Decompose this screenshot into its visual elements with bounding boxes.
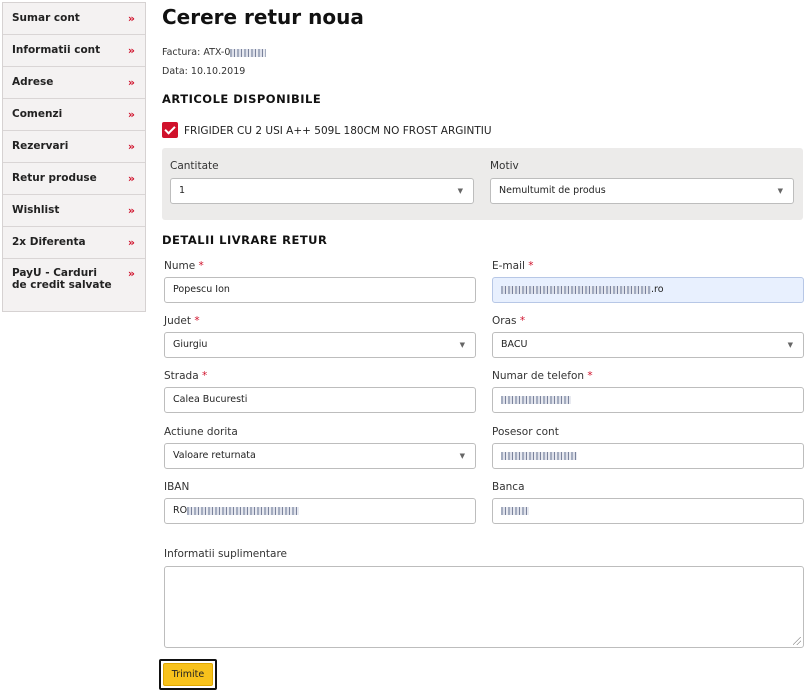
bank-label: Banca xyxy=(492,481,525,493)
action-select[interactable]: Valoare returnata ▼ xyxy=(164,443,476,469)
sidebar-item-wishlist[interactable]: Wishlist » xyxy=(3,195,145,227)
city-value: BACU xyxy=(501,339,528,350)
email-suffix: .ro xyxy=(651,284,664,295)
email-label: E-mail * xyxy=(492,260,534,272)
chevron-right-icon: » xyxy=(127,204,135,217)
email-input[interactable]: .ro xyxy=(492,277,804,303)
required-mark: * xyxy=(198,260,204,272)
phone-input[interactable] xyxy=(492,387,804,413)
resize-handle-icon[interactable] xyxy=(793,637,801,645)
account-sidebar: Sumar cont » Informatii cont » Adrese » … xyxy=(2,2,146,312)
required-mark: * xyxy=(587,370,593,382)
product-name: FRIGIDER CU 2 USI A++ 509L 180CM NO FROS… xyxy=(184,125,492,137)
sidebar-item-label: Comenzi xyxy=(12,108,63,120)
account-owner-input[interactable] xyxy=(492,443,804,469)
invoice-date: Data: 10.10.2019 xyxy=(162,66,246,77)
iban-input[interactable]: RO xyxy=(164,498,476,524)
dropdown-arrow-icon: ▼ xyxy=(459,341,465,349)
chevron-right-icon: » xyxy=(127,76,135,89)
sidebar-item-2x-diferenta[interactable]: 2x Diferenta » xyxy=(3,227,145,259)
county-select[interactable]: Giurgiu ▼ xyxy=(164,332,476,358)
page-title: Cerere retur noua xyxy=(162,5,364,29)
reason-select[interactable]: Nemultumit de produs ▼ xyxy=(490,178,794,204)
chevron-right-icon: » xyxy=(127,140,135,153)
extra-info-textarea[interactable] xyxy=(164,566,804,648)
sidebar-item-retur-produse[interactable]: Retur produse » xyxy=(3,163,145,195)
sidebar-item-payu-carduri[interactable]: PayU - Carduri de credit salvate » xyxy=(3,259,145,311)
street-label-text: Strada xyxy=(164,370,199,382)
redacted-text xyxy=(501,285,651,294)
chevron-right-icon: » xyxy=(127,267,135,280)
action-value: Valoare returnata xyxy=(173,450,256,461)
redacted-text xyxy=(230,48,267,57)
reason-label: Motiv xyxy=(490,160,519,172)
city-select[interactable]: BACU ▼ xyxy=(492,332,804,358)
phone-label: Numar de telefon * xyxy=(492,370,593,382)
required-mark: * xyxy=(519,315,526,327)
street-input[interactable]: Calea Bucuresti xyxy=(164,387,476,413)
invoice-label: Factura: ATX-0 xyxy=(162,47,231,58)
sidebar-item-label: PayU - Carduri de credit salvate xyxy=(12,267,112,291)
reason-value: Nemultumit de produs xyxy=(499,185,606,196)
bank-input[interactable] xyxy=(492,498,804,524)
sidebar-item-label: 2x Diferenta xyxy=(12,236,86,248)
sidebar-item-label: Rezervari xyxy=(12,140,69,152)
sidebar-item-adrese[interactable]: Adrese » xyxy=(3,67,145,99)
sidebar-item-informatii-cont[interactable]: Informatii cont » xyxy=(3,35,145,67)
sidebar-item-sumar-cont[interactable]: Sumar cont » xyxy=(3,3,145,35)
required-mark: * xyxy=(194,315,200,327)
sidebar-item-label: Retur produse xyxy=(12,172,97,184)
name-input[interactable]: Popescu Ion xyxy=(164,277,476,303)
name-label: Nume * xyxy=(164,260,204,272)
required-mark: * xyxy=(201,370,208,382)
delivery-heading: DETALII LIVRARE RETUR xyxy=(162,233,328,247)
county-label: Judet * xyxy=(164,315,200,327)
sidebar-item-label: Informatii cont xyxy=(12,44,101,56)
redacted-text xyxy=(187,506,300,515)
required-mark: * xyxy=(528,260,534,272)
phone-label-text: Numar de telefon xyxy=(492,370,585,382)
dropdown-arrow-icon: ▼ xyxy=(457,187,463,195)
chevron-right-icon: » xyxy=(127,12,135,25)
dropdown-arrow-icon: ▼ xyxy=(777,187,783,195)
sidebar-item-label: Adrese xyxy=(12,76,54,88)
chevron-right-icon: » xyxy=(127,172,135,185)
submit-button[interactable]: Trimite xyxy=(163,663,213,686)
extra-info-label: Informatii suplimentare xyxy=(164,548,288,560)
email-label-text: E-mail xyxy=(492,260,525,272)
articles-heading: ARTICOLE DISPONIBILE xyxy=(162,92,322,106)
sidebar-item-comenzi[interactable]: Comenzi » xyxy=(3,99,145,131)
sidebar-item-label: Wishlist xyxy=(12,204,60,216)
county-value: Giurgiu xyxy=(173,339,208,350)
city-label: Oras * xyxy=(492,315,525,327)
city-label-text: Oras xyxy=(492,315,517,327)
action-label: Actiune dorita xyxy=(164,426,238,438)
iban-label: IBAN xyxy=(164,481,190,493)
account-owner-label: Posesor cont xyxy=(492,426,559,438)
iban-prefix: RO xyxy=(173,505,188,516)
sidebar-item-label: Sumar cont xyxy=(12,12,80,24)
name-label-text: Nume xyxy=(164,260,196,272)
quantity-value: 1 xyxy=(179,185,186,196)
redacted-text xyxy=(501,451,577,460)
chevron-right-icon: » xyxy=(127,44,135,57)
quantity-select[interactable]: 1 ▼ xyxy=(170,178,474,204)
county-label-text: Judet xyxy=(164,315,191,327)
chevron-right-icon: » xyxy=(127,108,135,121)
dropdown-arrow-icon: ▼ xyxy=(787,341,793,349)
redacted-text xyxy=(501,506,529,515)
invoice-number: Factura: ATX-0 xyxy=(162,47,267,58)
chevron-right-icon: » xyxy=(127,236,135,249)
street-label: Strada * xyxy=(164,370,207,382)
quantity-label: Cantitate xyxy=(170,160,219,172)
redacted-text xyxy=(501,395,571,404)
sidebar-item-rezervari[interactable]: Rezervari » xyxy=(3,131,145,163)
product-checkbox[interactable] xyxy=(162,122,178,138)
dropdown-arrow-icon: ▼ xyxy=(459,452,465,460)
